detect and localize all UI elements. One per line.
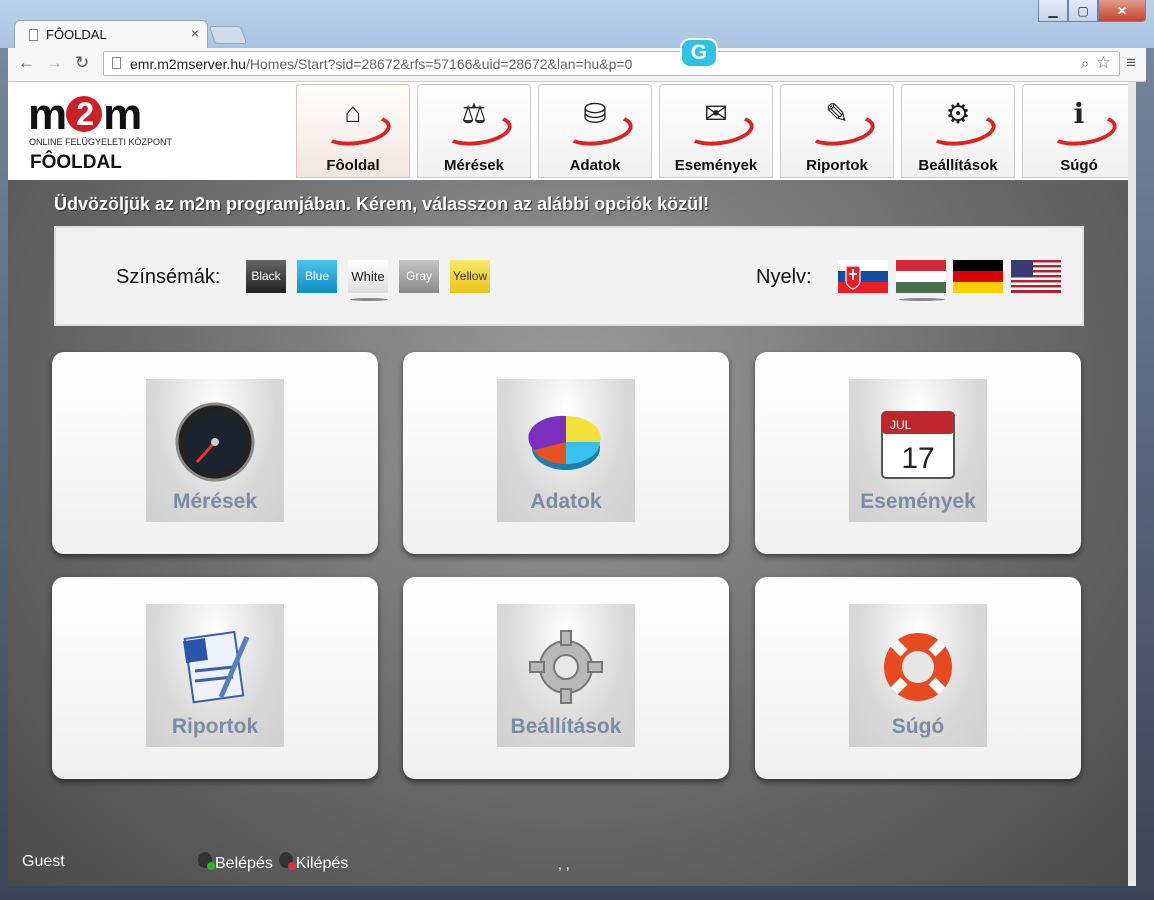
nav-tab-label: Adatok xyxy=(569,157,621,174)
card-tile: Mérések xyxy=(146,379,284,522)
tab-title: FÔOLDAL xyxy=(46,27,107,42)
address-bar[interactable]: emr.m2mserver.hu/Homes/Start?sid=28672&r… xyxy=(103,51,1120,76)
flag-hungarian-icon[interactable] xyxy=(896,260,946,293)
close-window-button[interactable]: ✕ xyxy=(1098,0,1146,22)
card-label: Mérések xyxy=(172,490,258,513)
gear-icon xyxy=(497,622,635,707)
document-icon xyxy=(29,29,38,41)
card-measurements[interactable]: Mérések xyxy=(52,352,378,554)
logo-subtitle: ONLINE FELÜGYELETI KÖZPONT xyxy=(29,137,173,147)
login-user-icon xyxy=(198,852,215,870)
nav-tab-home[interactable]: ⌂ Fôoldal xyxy=(296,84,410,178)
site-header: m2m ONLINE FELÜGYELETI KÖZPONT FÔOLDAL ⌂… xyxy=(8,82,1136,180)
logout-link[interactable]: Kilépés xyxy=(278,852,348,873)
document-icon xyxy=(146,622,284,707)
new-tab-button[interactable] xyxy=(208,26,248,44)
main-content: Üdvözöljük az m2m programjában. Kérem, v… xyxy=(8,180,1136,886)
main-navigation: ⌂ Fôoldal ⚖ Mérések ⛁ Adatok ✉ Események xyxy=(296,84,1136,178)
title-bar: FÔOLDAL × ▁ ▢ ✕ xyxy=(0,0,1154,48)
logout-user-icon xyxy=(278,852,296,870)
card-tile: Súgó xyxy=(849,604,987,747)
scheme-yellow-button[interactable]: Yellow xyxy=(450,260,490,293)
flag-us-icon[interactable] xyxy=(1011,260,1061,293)
scheme-black-button[interactable]: Black xyxy=(246,260,286,293)
house-icon: ⌂ xyxy=(344,97,362,128)
card-settings[interactable]: Beállítások xyxy=(403,577,729,779)
card-label: Súgó xyxy=(891,715,945,738)
info-icon: ℹ xyxy=(1073,98,1085,129)
scheme-white-button[interactable]: White xyxy=(348,260,388,293)
grammarly-extension-icon[interactable]: G xyxy=(680,38,718,68)
close-tab-icon[interactable]: × xyxy=(191,25,199,41)
nav-tab-label: Beállítások xyxy=(918,157,998,174)
gears-icon: ⚙ xyxy=(945,98,971,129)
back-button[interactable]: ← xyxy=(18,53,35,73)
browser-tab[interactable]: FÔOLDAL × xyxy=(14,20,208,48)
settings-panel: Színsémák: Black Blue White Gray Yellow … xyxy=(54,226,1084,326)
database-icon: ⛁ xyxy=(583,98,607,129)
flag-german-icon[interactable] xyxy=(953,260,1003,293)
browser-toolbar: ← → ↻ emr.m2mserver.hu/Homes/Start?sid=2… xyxy=(8,48,1146,82)
calendar-day: 17 xyxy=(901,442,934,475)
current-user: Guest xyxy=(22,853,65,870)
lifebuoy-icon xyxy=(849,622,987,707)
card-tile: JUL 17 Események xyxy=(849,379,987,522)
page-edge xyxy=(1128,82,1136,886)
nav-tab-settings[interactable]: ⚙ Beállítások xyxy=(901,84,1015,178)
card-reports[interactable]: Riportok xyxy=(52,577,378,779)
language-label: Nyelv: xyxy=(756,266,812,288)
envelope-icon: ✉ xyxy=(704,98,728,129)
calendar-icon: JUL 17 xyxy=(849,397,987,482)
card-label: Beállítások xyxy=(510,715,622,738)
scales-icon: ⚖ xyxy=(461,98,487,129)
browser-menu-icon[interactable]: ≡ xyxy=(1126,53,1136,73)
nav-tab-reports[interactable]: ✎ Riportok xyxy=(780,84,894,178)
minimize-button[interactable]: ▁ xyxy=(1038,0,1068,22)
scheme-gray-button[interactable]: Gray xyxy=(399,260,439,293)
page-icon xyxy=(112,57,121,69)
card-help[interactable]: Súgó xyxy=(755,577,1081,779)
browser-window: FÔOLDAL × ▁ ▢ ✕ ← → ↻ emr.m2mserver.hu/H… xyxy=(0,0,1154,900)
nav-tab-label: Mérések xyxy=(443,157,505,174)
card-tile: Beállítások xyxy=(497,604,635,747)
pencil-icon: ✎ xyxy=(825,98,849,129)
card-tile: Adatok xyxy=(497,379,635,522)
nav-tab-label: Fôoldal xyxy=(326,157,380,174)
nav-tab-label: Események xyxy=(674,157,758,174)
selected-language-indicator xyxy=(899,298,945,301)
calendar-month: JUL xyxy=(890,418,912,432)
gauge-icon xyxy=(146,397,284,482)
nav-tab-label: Súgó xyxy=(1060,157,1098,174)
scheme-blue-button[interactable]: Blue xyxy=(297,260,337,293)
reload-button[interactable]: ↻ xyxy=(75,53,89,73)
nav-tab-label: Riportok xyxy=(806,157,868,174)
card-label: Adatok xyxy=(530,490,602,513)
card-tile: Riportok xyxy=(146,604,284,747)
flag-slovak-icon[interactable] xyxy=(838,260,888,293)
bookmark-star-icon[interactable]: ☆ xyxy=(1096,53,1111,73)
web-page: m2m ONLINE FELÜGYELETI KÖZPONT FÔOLDAL ⌂… xyxy=(8,82,1136,886)
zoom-icon[interactable]: ⌕ xyxy=(1081,55,1089,72)
page-title: FÔOLDAL xyxy=(30,152,122,173)
nav-tab-events[interactable]: ✉ Események xyxy=(659,84,773,178)
nav-tab-help[interactable]: ℹ Súgó xyxy=(1022,84,1136,178)
auth-links: Belépés Kilépés xyxy=(198,852,348,873)
selected-scheme-indicator xyxy=(350,298,388,301)
forward-button[interactable]: → xyxy=(46,53,63,73)
color-scheme-label: Színsémák: xyxy=(116,266,221,288)
pie-chart-icon xyxy=(497,397,635,482)
welcome-message: Üdvözöljük az m2m programjában. Kérem, v… xyxy=(54,194,710,214)
m2m-logo[interactable]: m2m xyxy=(28,90,142,140)
login-link[interactable]: Belépés xyxy=(198,852,273,873)
nav-tab-data[interactable]: ⛁ Adatok xyxy=(538,84,652,178)
card-events[interactable]: JUL 17 Események xyxy=(755,352,1081,554)
card-data[interactable]: Adatok xyxy=(403,352,729,554)
footer-text: , , xyxy=(558,856,570,872)
nav-tab-measurements[interactable]: ⚖ Mérések xyxy=(417,84,531,178)
card-label: Riportok xyxy=(171,715,259,738)
url-text[interactable]: emr.m2mserver.hu/Homes/Start?sid=28672&r… xyxy=(130,56,632,72)
card-label: Események xyxy=(860,490,976,513)
maximize-button[interactable]: ▢ xyxy=(1068,0,1098,22)
